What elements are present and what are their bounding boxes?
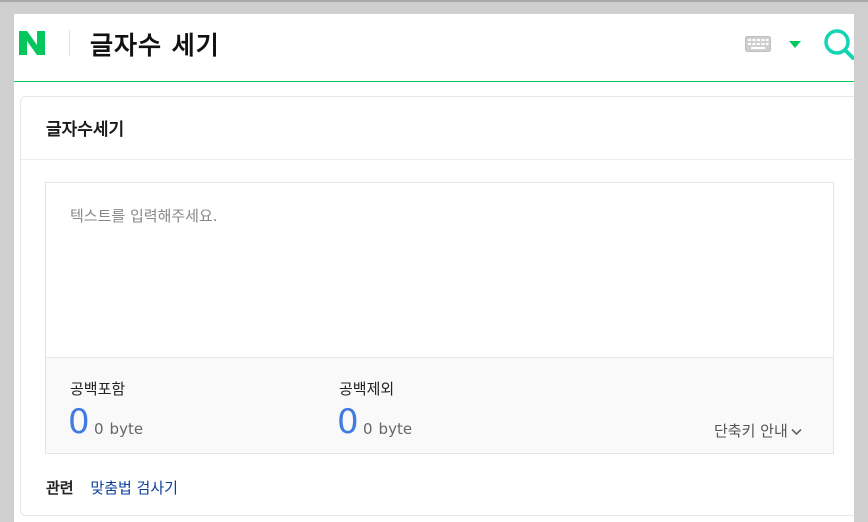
search-icon[interactable]: [822, 27, 854, 61]
card-divider: [21, 159, 855, 160]
stat-label-without-spaces: 공백제외: [339, 380, 395, 398]
page-title: 글자수 세기: [90, 31, 220, 60]
bytes-value: 0: [94, 420, 104, 438]
shortcut-guide-button[interactable]: 단축키 안내: [714, 420, 802, 441]
naver-logo-icon[interactable]: [17, 28, 47, 58]
keyboard-icon[interactable]: [745, 36, 771, 52]
stat-count-with-spaces: 0: [68, 402, 90, 442]
spell-checker-link[interactable]: 맞춤법 검사기: [90, 479, 178, 497]
dropdown-arrow-icon[interactable]: [788, 39, 802, 49]
text-input-box: 공백포함 0 0 byte 공백제외 0 0 byte 단축키 안내: [45, 182, 834, 454]
stat-bytes-without-spaces: 0 byte: [363, 420, 412, 438]
stat-label-with-spaces: 공백포함: [70, 380, 126, 398]
bytes-unit: byte: [109, 420, 144, 438]
related-label: 관련: [46, 479, 74, 497]
related-links: 관련 맞춤법 검사기: [46, 477, 178, 498]
shortcut-guide-label: 단축키 안내: [714, 422, 788, 440]
page: 글자수 세기 글자수세기 텍스트를 입력해주세요. 공백포함 0 0 byte …: [14, 14, 855, 522]
stat-count-without-spaces: 0: [337, 402, 359, 442]
card-title: 글자수세기: [46, 120, 125, 140]
character-counter-card: 글자수세기 공백포함 0 0 byte 공백제외 0 0 byte: [20, 96, 855, 516]
header-divider: [69, 30, 70, 56]
bytes-unit: byte: [378, 420, 413, 438]
browser-frame: 글자수 세기 글자수세기 텍스트를 입력해주세요. 공백포함 0 0 byte …: [0, 0, 868, 522]
window-top-border: [0, 0, 868, 2]
header: 글자수 세기: [14, 14, 854, 82]
chevron-down-icon: [791, 428, 802, 435]
text-input[interactable]: [46, 183, 833, 357]
bytes-value: 0: [363, 420, 373, 438]
stat-bytes-with-spaces: 0 byte: [94, 420, 143, 438]
count-stats-panel: 공백포함 0 0 byte 공백제외 0 0 byte 단축키 안내: [46, 357, 833, 453]
